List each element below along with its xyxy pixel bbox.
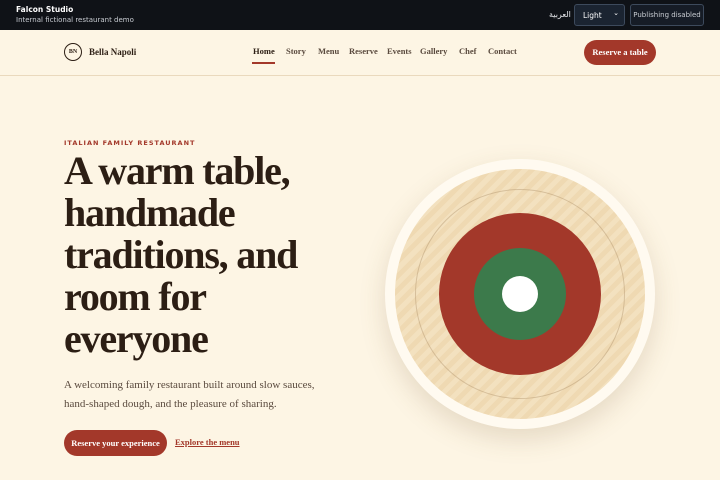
chevron-down-icon: ⌄	[613, 9, 619, 17]
nav-item-home[interactable]: Home	[253, 46, 275, 56]
basil-ring	[474, 248, 566, 340]
site-header: BN Bella Napoli Home Story Menu Reserve …	[0, 30, 720, 76]
nav-item-chef[interactable]: Chef	[459, 46, 476, 56]
plate-illustration	[385, 159, 655, 429]
nav-item-events[interactable]: Events	[387, 46, 412, 56]
nav-active-indicator	[252, 62, 275, 64]
theme-select-value: Light	[583, 11, 602, 20]
wood-board	[395, 169, 645, 419]
hero-eyebrow: ITALIAN FAMILY RESTAURANT	[64, 139, 196, 147]
reserve-experience-button[interactable]: Reserve your experience	[64, 430, 167, 456]
reserve-table-button[interactable]: Reserve a table	[584, 40, 656, 65]
explore-menu-link[interactable]: Explore the menu	[175, 437, 240, 447]
nav-item-menu[interactable]: Menu	[318, 46, 339, 56]
nav-item-reserve[interactable]: Reserve	[349, 46, 378, 56]
red-sauce-ring	[439, 213, 601, 375]
publish-button[interactable]: Publishing disabled	[630, 4, 704, 26]
nav-item-story[interactable]: Story	[286, 46, 306, 56]
theme-select[interactable]: Light ⌄	[574, 4, 625, 26]
system-topbar: Falcon Studio Internal fictional restaur…	[0, 0, 720, 30]
nav-item-contact[interactable]: Contact	[488, 46, 517, 56]
hero-title: A warm table, handmade traditions, and r…	[64, 148, 298, 361]
language-switch-link[interactable]: العربية	[549, 10, 571, 19]
app-name: Falcon Studio	[16, 5, 74, 14]
mozzarella-center	[502, 276, 538, 312]
hero-description: A welcoming family restaurant built arou…	[64, 379, 315, 410]
app-subtitle: Internal fictional restaurant demo	[16, 16, 134, 24]
nav-item-gallery[interactable]: Gallery	[420, 46, 447, 56]
